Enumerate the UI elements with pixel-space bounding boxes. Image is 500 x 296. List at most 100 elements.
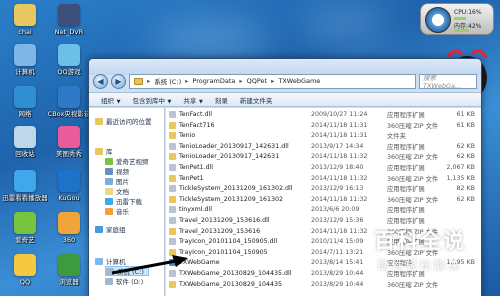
file-row[interactable]: TickleSystem_20131209_161302 2014/11/18 1…	[166, 195, 481, 204]
desktop-icon-label: Net_DVR	[54, 28, 84, 36]
breadcrumb-drive[interactable]: 系统 (C:)	[154, 76, 181, 86]
nav-item[interactable]: 最近访问的位置	[95, 116, 152, 126]
file-icon	[169, 132, 176, 140]
file-type: 360压缩 ZIP 文件	[387, 175, 439, 183]
nav-item-label: 文档	[116, 188, 129, 196]
desktop-icon[interactable]: 网络	[2, 86, 48, 118]
desktop-icon[interactable]: 美图秀秀	[46, 126, 92, 158]
app-icon	[58, 126, 80, 148]
file-icon	[169, 238, 176, 246]
desktop-icon-label: 回收站	[15, 150, 35, 158]
address-row: ◀ ▶ ▸ 系统 (C:) ▸ ProgramData ▸ QQPet ▸ TX…	[93, 72, 477, 90]
file-row[interactable]: TenioLoader_20130917_142631.dll 2013/9/17…	[166, 142, 481, 151]
file-row[interactable]: TenFact716 2014/11/18 11:31 360压缩 ZIP 文件 61…	[166, 121, 481, 130]
file-icon	[169, 142, 176, 150]
file-row[interactable]: TenFact.dll 2009/10/27 11:24 应用程序扩展 61 KB	[166, 110, 481, 119]
new-folder-button[interactable]: 新建文件夹	[240, 95, 273, 105]
file-name: TenFact.dll	[179, 111, 212, 118]
burn-button[interactable]: 刻录	[215, 95, 228, 105]
nav-item-label: 迅雷下载	[116, 198, 142, 206]
app-icon	[58, 212, 80, 234]
desktop-icon[interactable]: 回收站	[2, 126, 48, 158]
app-icon	[14, 254, 36, 276]
desktop-icon[interactable]: 爱奇艺	[2, 212, 48, 244]
desktop-icon[interactable]: KuGou	[46, 170, 92, 202]
file-row[interactable]: TickleSystem_20131209_161302.dll 2013/12/…	[166, 184, 481, 193]
address-bar[interactable]: ▸ 系统 (C:) ▸ ProgramData ▸ QQPet ▸ TXWebG…	[129, 73, 416, 89]
file-date: 2014/11/18 11:32	[311, 195, 368, 203]
desktop-icon[interactable]: 360	[46, 212, 92, 244]
nav-item[interactable]: 视频	[105, 166, 129, 176]
breadcrumb-qqpet[interactable]: QQPet	[247, 77, 267, 85]
file-name: TickleSystem_20131209_161302.dll	[179, 185, 293, 193]
desktop-icon-label: 计算机	[15, 68, 35, 76]
file-name: Travel_20131209_153616.dll	[179, 217, 270, 224]
file-row[interactable]: TenPet1 2014/11/18 11:32 360压缩 ZIP 文件 1,135…	[166, 174, 481, 183]
watermark: 百科全说 助你轻松解决	[340, 225, 500, 272]
forward-arrow-icon[interactable]: ▶	[111, 73, 126, 89]
desktop-icon[interactable]: QQ游戏	[46, 44, 92, 76]
back-arrow-icon[interactable]: ◀	[93, 73, 108, 89]
nav-item[interactable]: 迅雷下载	[105, 196, 142, 206]
folder-icon	[95, 117, 103, 125]
desktop-icon[interactable]: 计算机	[2, 44, 48, 76]
folder-icon	[95, 257, 103, 265]
nav-item[interactable]: 文档	[105, 186, 129, 196]
file-name: TenFact716	[179, 121, 215, 129]
nav-item[interactable]: 图片	[105, 176, 129, 186]
file-name: TrayIcon_20101104_150905	[179, 248, 268, 256]
file-icon	[169, 174, 176, 182]
chevron-down-icon: ▼	[115, 98, 121, 105]
file-name: TrayIcon_20101104_150905.dll	[179, 238, 278, 246]
desktop-icon[interactable]: QQ	[2, 254, 48, 286]
file-row[interactable]: TXWebGame_20130829_104435 2013/8/29 10:44…	[166, 280, 481, 289]
file-row[interactable]: Travel_20131209_153616.dll 2013/12/9 15:3…	[166, 216, 481, 225]
file-name: Tenio	[179, 132, 196, 140]
file-size: 82 KB	[456, 185, 475, 193]
desktop-icon[interactable]: 浏览器	[46, 254, 92, 286]
folder-icon	[105, 177, 113, 185]
nav-item[interactable]: 音乐	[105, 206, 129, 216]
file-row[interactable]: Tenio 2014/11/18 11:31 文件夹	[166, 131, 481, 140]
folder-icon	[105, 157, 113, 165]
memory-usage-bar	[454, 29, 470, 32]
include-in-library-menu[interactable]: 包含到库中 ▼	[132, 95, 171, 105]
breadcrumb-txwebgame[interactable]: TXWebGame	[278, 77, 320, 85]
file-date: 2009/10/27 11:24	[311, 111, 368, 118]
cpu-monitor-widget[interactable]: CPU:16% 内存:42%	[420, 3, 494, 35]
app-icon	[14, 86, 36, 108]
file-row[interactable]: tinyxml.dll 2013/6/6 20:09 应用程序扩展	[166, 205, 481, 214]
organize-menu[interactable]: 组织 ▼	[101, 95, 120, 105]
file-size: 62 KB	[456, 142, 475, 150]
nav-item[interactable]: 软件 (D:)	[105, 276, 143, 286]
file-row[interactable]: TenPet1.dll 2013/12/9 18:40 应用程序扩展 2,067 KB	[166, 163, 481, 172]
file-type: 应用程序扩展	[387, 186, 425, 194]
file-row[interactable]: TenioLoader_20130917_142631 2014/11/18 11…	[166, 152, 481, 161]
folder-icon	[105, 277, 113, 285]
nav-item[interactable]: 爱奇艺视频	[105, 156, 149, 166]
file-icon	[169, 227, 176, 235]
nav-item[interactable]: 家庭组	[95, 224, 126, 234]
cpu-usage-bar	[454, 17, 466, 20]
file-name: TenioLoader_20130917_142631	[179, 153, 280, 161]
folder-icon	[105, 197, 113, 205]
desktop-icon[interactable]: CBox央视影音	[46, 86, 92, 118]
nav-item-label: 最近访问的位置	[106, 118, 152, 126]
desktop-icon-label: QQ	[19, 278, 31, 286]
file-type: 360压缩 ZIP 文件	[387, 196, 439, 204]
nav-item[interactable]: 库	[95, 146, 113, 156]
file-size: 1,135 KB	[446, 174, 475, 182]
desktop-icon[interactable]: Net_DVR	[46, 4, 92, 36]
search-input[interactable]: 搜索 TXWebGa...	[419, 73, 477, 90]
chevron-down-icon: ▼	[197, 98, 203, 105]
desktop-icon[interactable]: chai	[2, 4, 48, 36]
nav-item-label: 爱奇艺视频	[116, 158, 149, 166]
desktop-icon-label: chai	[18, 28, 32, 36]
nav-item-label: 图片	[116, 178, 129, 186]
desktop-icon[interactable]: 迅雷看看播放器	[2, 170, 48, 202]
share-menu[interactable]: 共享 ▼	[183, 95, 202, 105]
breadcrumb-programdata[interactable]: ProgramData	[192, 77, 235, 85]
desktop-icon-label: 爱奇艺	[15, 236, 35, 244]
file-icon	[169, 111, 176, 118]
desktop-icon-label: KuGou	[58, 194, 80, 202]
